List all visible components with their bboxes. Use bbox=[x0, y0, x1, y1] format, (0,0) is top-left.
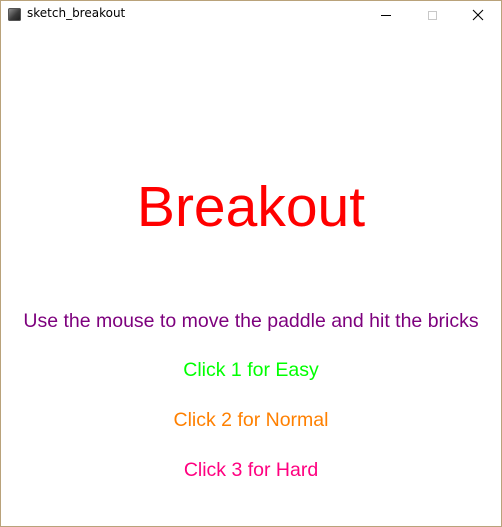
option-normal: Click 2 for Normal bbox=[173, 409, 329, 431]
close-button[interactable] bbox=[455, 1, 501, 29]
maximize-button[interactable] bbox=[409, 1, 455, 29]
close-icon bbox=[472, 9, 484, 21]
minimize-button[interactable] bbox=[363, 1, 409, 29]
maximize-icon bbox=[427, 10, 437, 20]
window-title: sketch_breakout bbox=[27, 6, 126, 20]
title-bar[interactable]: sketch_breakout bbox=[1, 1, 501, 31]
app-window: sketch_breakout Breakout Use the mouse t… bbox=[0, 0, 502, 527]
game-canvas[interactable]: Breakout Use the mouse to move the paddl… bbox=[1, 31, 501, 526]
option-hard: Click 3 for Hard bbox=[183, 459, 319, 481]
instructions-text: Use the mouse to move the paddle and hit… bbox=[23, 310, 479, 332]
app-icon bbox=[8, 8, 21, 21]
option-easy: Click 1 for Easy bbox=[183, 359, 319, 381]
game-title: Breakout bbox=[136, 175, 366, 239]
minimize-icon bbox=[381, 14, 391, 16]
